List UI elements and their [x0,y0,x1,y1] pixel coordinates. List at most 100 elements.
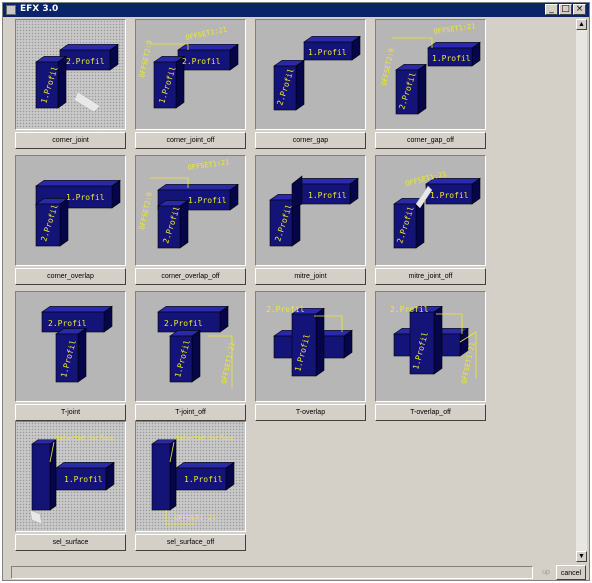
profile-label: 1.Profil [64,475,103,484]
joint-tile-corner-joint[interactable]: 2.Profil 1.Profil corner_joint [15,19,126,152]
minimize-icon[interactable]: _ [545,4,558,15]
joint-preview-image[interactable]: 1.Profil 2.Profil OFFSET1:21 OFFSET2:9 [135,155,246,266]
profile-label: OFFSET1:21 [220,342,237,385]
joint-preview-image[interactable]: 1.Profil Selected Surface [15,421,126,532]
up-button[interactable]: up [538,565,554,580]
scroll-down-icon[interactable]: ▼ [576,551,587,562]
profile-label: Selected Surface [176,435,234,442]
maximize-icon[interactable]: □ [559,4,572,15]
joint-button[interactable]: mitre_joint [255,268,366,285]
joint-diagram: 1.Profil Selected Surface OFFSET1:21 [151,435,235,525]
joint-button[interactable]: corner_overlap [15,268,126,285]
joint-preview-image[interactable]: 1.Profil 2.Profil [255,155,366,266]
joint-diagram: 2.Profil1.Profil [266,305,353,377]
profile-label: OFFSET2:9 [138,40,154,79]
joint-tile-sel-surface-off[interactable]: 1.Profil Selected Surface OFFSET1:21 sel_su… [135,421,246,554]
surface-marker [29,509,43,525]
scroll-up-icon[interactable]: ▲ [576,19,587,30]
joint-tile-mitre-joint[interactable]: 1.Profil 2.Profil mitre_joint [255,155,366,288]
joint-tile-corner-joint-off[interactable]: 2.Profil 1.Profil OFFSET1:21 OFFSET2:9 corne… [135,19,246,152]
joint-preview-image[interactable]: 2.Profil 1.Profil OFFSET1:21 OFFSET2:9 [135,19,246,130]
window-controls: _ □ × [545,4,586,15]
joint-preview-image[interactable]: 1.Profil 2.Profil OFFSET1:21 [375,155,486,266]
joint-preview-image[interactable]: 1.Profil 2.Profil OFFSET1:21 OFFSET2:9 [375,19,486,130]
joint-button[interactable]: corner_overlap_off [135,268,246,285]
profile-label: OFFSET2:9 [380,48,396,87]
joint-preview-image[interactable]: 2.Profil 1.Profil [255,291,366,402]
joint-diagram: 2.Profil1.Profil [41,305,113,383]
profile-label: OFFSET1:21 [174,514,216,522]
joint-diagram: 1.Profil2.Profil [273,35,361,111]
profile-label: Selected Surface [56,435,114,442]
profile-label: 1.Profil [308,48,347,57]
mitre-cut [291,175,303,209]
dialog-footer: up cancel [6,565,587,581]
joint-preview-image[interactable]: 2.Profil 1.Profil OFFSET1:21 [375,291,486,402]
joint-preview-image[interactable]: 1.Profil 2.Profil [15,155,126,266]
joint-preview-image[interactable]: 2.Profil 1.Profil [15,19,126,130]
profile-label: OFFSET1:21 [433,22,476,36]
joint-diagram: 2.Profil1.ProfilOFFSET1:21OFFSET2:9 [138,25,239,109]
joint-button[interactable]: corner_gap [255,132,366,149]
profile-label: 2.Profil [266,305,305,314]
joint-diagram: 1.Profil2.Profil [269,175,359,247]
profile-label: 2.Profil [164,319,203,328]
profile-label: OFFSET1:21 [187,158,230,172]
joint-tile-t-overlap[interactable]: 2.Profil 1.Profil T-overlap [255,291,366,424]
joint-tile-mitre-joint-off[interactable]: 1.Profil 2.Profil OFFSET1:21 mitre_joint_of… [375,155,486,288]
joint-button[interactable]: T-joint_off [135,404,246,421]
joint-preview-image[interactable]: 2.Profil 1.Profil OFFSET1:21 [135,291,246,402]
joint-tile-corner-overlap[interactable]: 1.Profil 2.Profil corner_overlap [15,155,126,288]
status-field [11,566,533,579]
joint-tile-corner-overlap-off[interactable]: 1.Profil 2.Profil OFFSET1:21 OFFSET2:9 corne… [135,155,246,288]
joint-tile-t-joint[interactable]: 2.Profil 1.Profil T-joint [15,291,126,424]
cancel-button[interactable]: cancel [556,565,586,580]
joint-diagram: 1.Profil2.ProfilOFFSET1:21OFFSET2:9 [138,158,239,249]
joint-button[interactable]: corner_gap_off [375,132,486,149]
joint-button[interactable]: T-joint [15,404,126,421]
profile-label: 1.Profil [188,196,227,205]
profile-label: 1.Profil [308,191,347,200]
joint-button[interactable]: T-overlap_off [375,404,486,421]
joint-button[interactable]: mitre_joint_off [375,268,486,285]
app-icon [6,5,16,15]
profile-label: 2.Profil [182,57,221,66]
joint-tile-corner-gap-off[interactable]: 1.Profil 2.Profil OFFSET1:21 OFFSET2:9 corne… [375,19,486,152]
dimension-line [392,37,433,48]
vertical-scrollbar[interactable]: ▲ ▼ [576,19,587,562]
joint-diagram: 1.Profil2.ProfilOFFSET1:21 [393,170,481,249]
profile-label: 1.Profil [430,191,469,200]
profile-label: OFFSET1:21 [185,25,228,42]
joint-preview-image[interactable]: 1.Profil 2.Profil [255,19,366,130]
joint-button[interactable]: T-overlap [255,404,366,421]
profile-label: 2.Profil [48,319,87,328]
joint-tile-t-overlap-off[interactable]: 2.Profil 1.Profil OFFSET1:21 T-overlap_off [375,291,486,424]
joint-tile-sel-surface[interactable]: 1.Profil Selected Surface sel_surface [15,421,126,554]
joint-type-gallery: 2.Profil 1.Profil corner_joint 2.Profil 1.Pr… [11,19,574,562]
joint-preview-image[interactable]: 1.Profil Selected Surface OFFSET1:21 [135,421,246,532]
joint-diagram: 1.Profil2.Profil [35,179,121,247]
joint-preview-image[interactable]: 2.Profil 1.Profil [15,291,126,402]
efx-window: EFX 3.0 _ □ × 2.Profil 1.Profil corner_joi… [2,2,590,581]
surface-marker [73,91,101,113]
joint-diagram: 2.Profil1.Profil [35,43,119,113]
profile-label: 1.Profil [184,475,223,484]
profile-label: OFFSET2:9 [138,192,154,231]
joint-button[interactable]: corner_joint [15,132,126,149]
title-bar[interactable]: EFX 3.0 _ □ × [3,3,589,17]
joint-diagram: 2.Profil1.Profil OFFSET1:21 [157,305,237,388]
joint-tile-corner-gap[interactable]: 1.Profil 2.Profil corner_gap [255,19,366,152]
joint-button[interactable]: sel_surface [15,534,126,551]
profile-label: 1.Profil [432,54,471,63]
profile-label: 1.Profil [66,193,105,202]
joint-button[interactable]: sel_surface_off [135,534,246,551]
joint-diagram: 1.Profil2.ProfilOFFSET1:21OFFSET2:9 [380,22,481,115]
profile-label: 2.Profil [66,57,105,66]
joint-diagram: 1.Profil Selected Surface [29,435,115,525]
window-title: EFX 3.0 [20,4,59,14]
joint-tile-t-joint-off[interactable]: 2.Profil 1.Profil OFFSET1:21 T-joint_off [135,291,246,424]
close-icon[interactable]: × [573,4,586,15]
joint-diagram: 2.Profil1.Profil OFFSET1:21 [390,305,477,384]
profile-label: 2.Profil [390,305,429,314]
joint-button[interactable]: corner_joint_off [135,132,246,149]
